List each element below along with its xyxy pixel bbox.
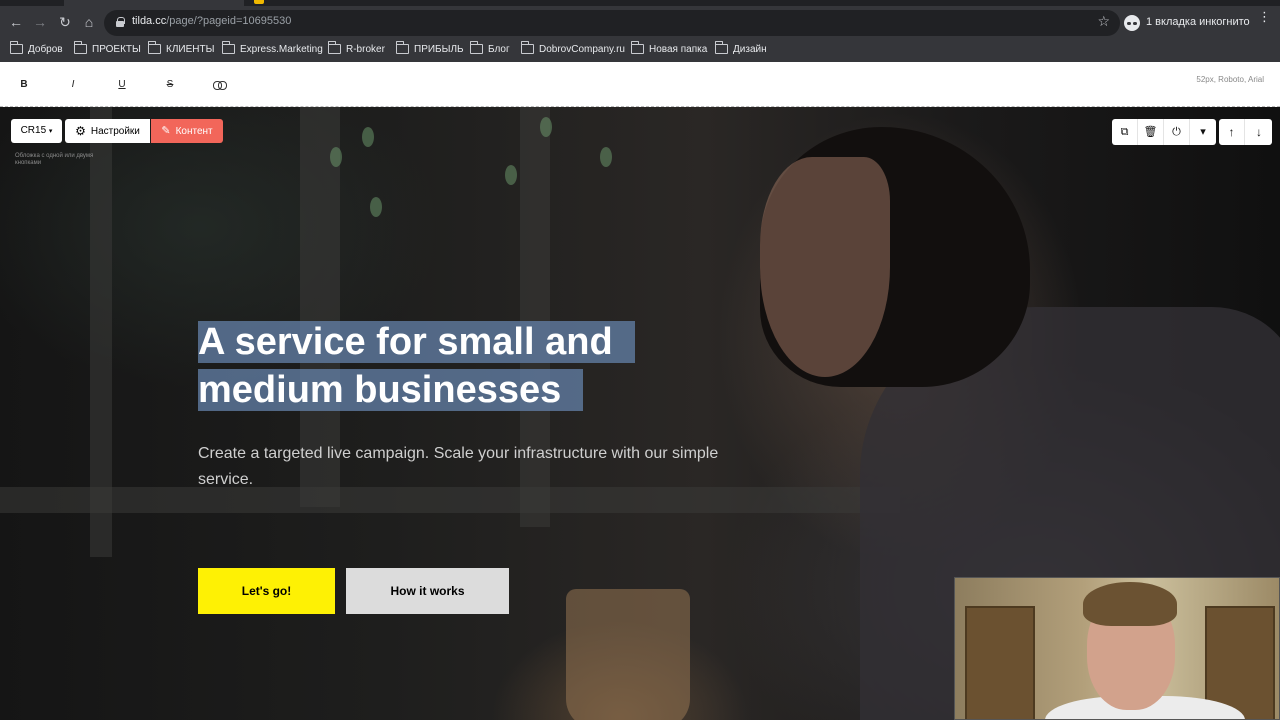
link-icon[interactable] xyxy=(213,81,227,90)
content-button[interactable]: ✎ Контент xyxy=(151,119,223,143)
block-id-label: CR15 xyxy=(20,125,47,136)
gear-icon: ⚙ xyxy=(75,124,86,138)
folder-icon xyxy=(10,41,23,54)
photo-coffee-cup xyxy=(566,589,690,720)
bookmark-label: R-broker xyxy=(346,43,385,55)
bookmarks-bar: Добров ПРОЕКТЫ КЛИЕНТЫ Express.Marketing… xyxy=(0,38,1280,60)
star-icon[interactable]: ☆ xyxy=(1097,13,1110,30)
browser-toolbar: ← → ↻ ⌂ tilda.cc/page/?pageid=10695530 ☆… xyxy=(0,6,1280,38)
tab-favicon-icon xyxy=(254,0,264,4)
move-up-icon[interactable]: ↑ xyxy=(1219,119,1245,145)
bookmark-folder[interactable]: Блог xyxy=(470,41,510,57)
bookmark-label: Добров xyxy=(28,43,63,55)
strikethrough-button[interactable]: S xyxy=(163,78,177,92)
back-arrow-icon[interactable]: ← xyxy=(6,12,26,32)
bookmark-folder[interactable]: КЛИЕНТЫ xyxy=(148,41,214,57)
hero-title[interactable]: A service for small and medium businesse… xyxy=(198,318,658,414)
forward-arrow-icon[interactable]: → xyxy=(30,12,50,32)
folder-icon xyxy=(328,41,341,54)
plant-leaf xyxy=(330,147,342,167)
url-path: /page/?pageid=10695530 xyxy=(166,15,292,27)
delete-icon[interactable]: 🗑 xyxy=(1138,119,1164,145)
block-id-dropdown[interactable]: CR15 ▾ xyxy=(11,119,62,143)
folder-icon xyxy=(74,41,87,54)
underline-button[interactable]: U xyxy=(115,78,129,92)
bookmark-folder[interactable]: Дизайн xyxy=(715,41,767,57)
incognito-label: 1 вкладка инкогнито xyxy=(1146,16,1250,28)
folder-icon xyxy=(715,41,728,54)
url-text[interactable]: tilda.cc/page/?pageid=10695530 xyxy=(132,15,291,27)
bookmark-label: Блог xyxy=(488,43,510,55)
bookmark-label: Express.Marketing xyxy=(240,43,323,55)
settings-label: Настройки xyxy=(90,125,140,137)
content-label: Контент xyxy=(175,125,213,137)
webcam-background-door xyxy=(965,606,1035,719)
lets-go-button[interactable]: Let's go! xyxy=(198,568,335,614)
bookmark-folder[interactable]: ПРОЕКТЫ xyxy=(74,41,141,57)
duplicate-icon[interactable]: ⧉ xyxy=(1112,119,1138,145)
hero-subtitle[interactable]: Create a targeted live campaign. Scale y… xyxy=(198,441,758,493)
plant-leaf xyxy=(370,197,382,217)
bookmark-label: ПРОЕКТЫ xyxy=(92,43,141,55)
webcam-person-hair xyxy=(1083,582,1177,626)
folder-icon xyxy=(521,41,534,54)
bookmark-folder[interactable]: R-broker xyxy=(328,41,385,57)
bookmark-label: Новая папка xyxy=(649,43,708,55)
chevron-down-icon: ▾ xyxy=(48,128,53,135)
photo-person-face xyxy=(760,157,890,377)
how-it-works-button[interactable]: How it works xyxy=(346,568,509,614)
bookmark-label: ПРИБЫЛЬ xyxy=(414,43,464,55)
bookmark-folder[interactable]: ПРИБЫЛЬ xyxy=(396,41,464,57)
bookmark-folder[interactable]: Новая папка xyxy=(631,41,707,57)
pencil-icon: ✎ xyxy=(161,124,171,137)
bookmark-label: КЛИЕНТЫ xyxy=(166,43,215,55)
bold-button[interactable]: B xyxy=(17,78,31,92)
webcam-overlay xyxy=(954,577,1280,720)
bookmark-label: DobrovCompany.ru xyxy=(539,43,625,55)
block-tools: ⧉ 🗑 ⏻ ▾ xyxy=(1112,119,1216,145)
folder-icon xyxy=(396,41,409,54)
folder-icon xyxy=(222,41,235,54)
browser-chrome: ← → ↻ ⌂ tilda.cc/page/?pageid=10695530 ☆… xyxy=(0,0,1280,62)
move-tools: ↑ ↓ xyxy=(1219,119,1272,145)
hero-title-text[interactable]: A service for small and medium businesse… xyxy=(198,321,635,411)
plant-leaf xyxy=(505,165,517,185)
bookmark-folder[interactable]: Express.Marketing xyxy=(222,41,323,57)
url-host: tilda.cc xyxy=(132,15,167,27)
plant-leaf xyxy=(540,117,552,137)
folder-icon xyxy=(148,41,161,54)
italic-button[interactable]: I xyxy=(66,78,80,92)
bookmark-folder[interactable]: DobrovCompany.ru xyxy=(521,41,625,57)
home-icon[interactable]: ⌂ xyxy=(79,12,99,32)
plant-leaf xyxy=(600,147,612,167)
lock-icon[interactable] xyxy=(116,17,125,27)
text-format-toolbar: B I U S 52px, Roboto, Arial xyxy=(0,62,1280,107)
reload-icon[interactable]: ↻ xyxy=(55,12,75,32)
more-dropdown-icon[interactable]: ▾ xyxy=(1190,119,1216,145)
font-info: 52px, Roboto, Arial xyxy=(1196,75,1264,84)
move-down-icon[interactable]: ↓ xyxy=(1246,119,1272,145)
incognito-icon xyxy=(1124,15,1140,31)
power-icon[interactable]: ⏻ xyxy=(1164,119,1190,145)
block-description: Обложка с одной или двумя кнопками xyxy=(15,153,94,166)
folder-icon xyxy=(470,41,483,54)
browser-menu-icon[interactable]: ⋮ xyxy=(1258,10,1271,32)
settings-button[interactable]: ⚙ Настройки xyxy=(65,119,150,143)
plant-leaf xyxy=(362,127,374,147)
bookmark-folder[interactable]: Добров xyxy=(10,41,63,57)
folder-icon xyxy=(631,41,644,54)
bookmark-label: Дизайн xyxy=(733,43,767,55)
address-bar[interactable]: tilda.cc/page/?pageid=10695530 ☆ xyxy=(104,10,1120,36)
